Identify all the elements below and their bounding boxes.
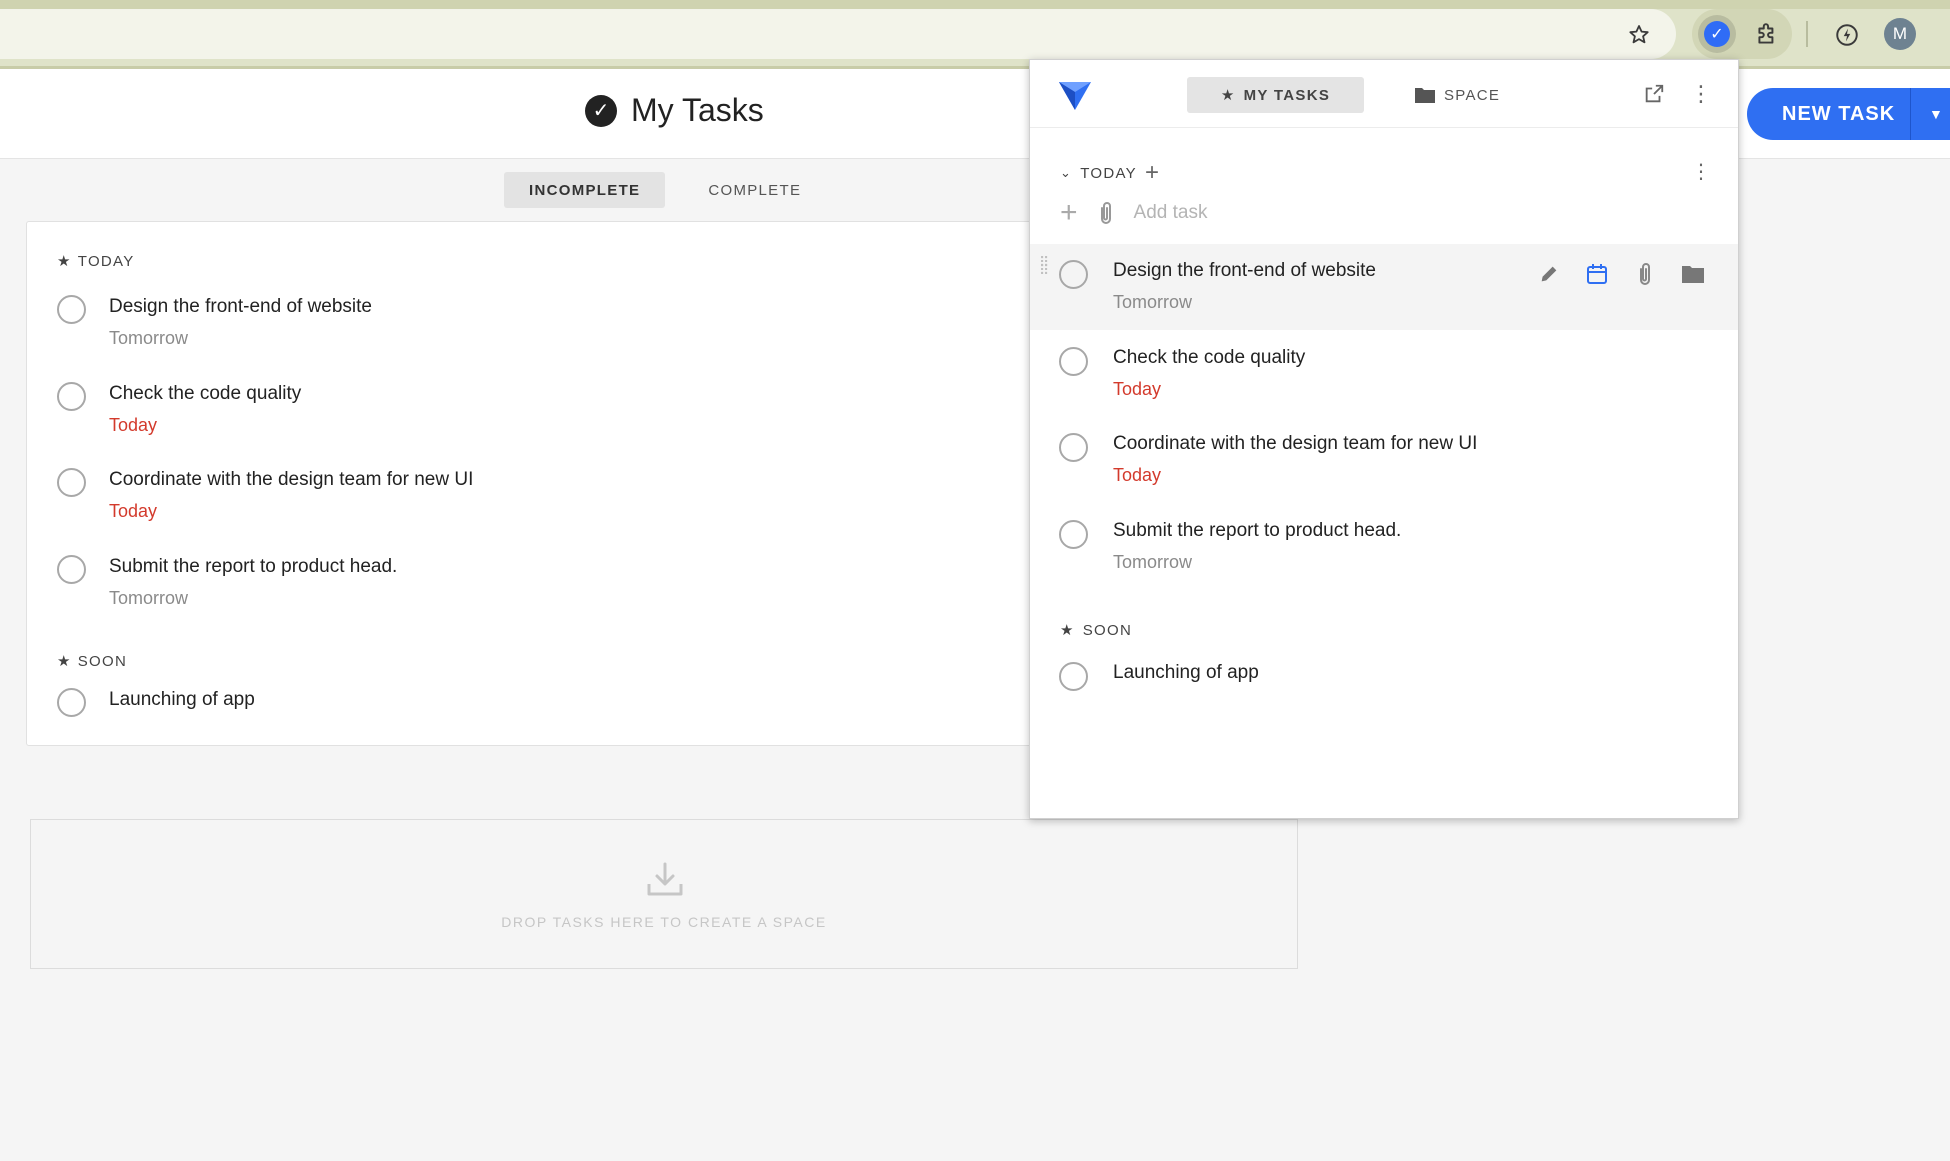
section-label: TODAY: [1080, 164, 1137, 182]
star-icon: ★: [1220, 87, 1236, 104]
check-icon: ✓: [1704, 21, 1730, 47]
popup-task-item[interactable]: Submit the report to product head. Tomor…: [1030, 504, 1738, 590]
task-title: Submit the report to product head.: [1113, 520, 1402, 541]
task-actions: [1535, 260, 1707, 288]
section-label: SOON: [77, 652, 128, 670]
calendar-icon[interactable]: [1583, 260, 1611, 288]
pencil-edit-icon[interactable]: [1535, 260, 1563, 288]
task-item[interactable]: Launching of app: [57, 688, 255, 717]
section-more-icon[interactable]: ⋮: [1686, 156, 1716, 186]
task-item[interactable]: Check the code quality Today: [57, 382, 301, 437]
check-circle-icon: ✓: [585, 94, 617, 127]
task-title: Launching of app: [109, 689, 255, 710]
task-title: Submit the report to product head.: [109, 556, 398, 577]
popup-section-soon: ★ SOON: [1060, 621, 1133, 640]
task-title: Design the front-end of website: [1113, 260, 1376, 281]
page-title: ✓ My Tasks: [585, 92, 764, 129]
popup-tab-label: MY TASKS: [1243, 86, 1331, 104]
popup-task-item[interactable]: Launching of app: [1030, 646, 1738, 732]
task-checkbox[interactable]: [1059, 433, 1088, 462]
puzzle-extensions-icon[interactable]: [1750, 18, 1784, 52]
task-title: Coordinate with the design team for new …: [1113, 433, 1478, 454]
more-vertical-icon[interactable]: ⋮: [1686, 79, 1716, 109]
browser-tabstrip: [0, 0, 1950, 9]
popup-tab-space[interactable]: SPACE: [1400, 77, 1514, 113]
profile-avatar[interactable]: M: [1884, 18, 1916, 50]
task-due-date: Today: [1113, 465, 1162, 485]
star-icon: ★: [57, 253, 72, 270]
task-due-date: Tomorrow: [109, 328, 189, 348]
task-title: Check the code quality: [109, 383, 302, 404]
task-title: Launching of app: [1113, 662, 1259, 683]
task-due-date: Tomorrow: [109, 588, 189, 608]
open-external-icon[interactable]: [1639, 79, 1669, 109]
task-checkbox[interactable]: [57, 688, 86, 717]
task-checkbox[interactable]: [57, 468, 86, 497]
paperclip-icon[interactable]: [1631, 260, 1659, 288]
app-logo-icon: [1059, 82, 1091, 110]
task-item[interactable]: Design the front-end of website Tomorrow: [57, 295, 372, 350]
chevron-down-icon[interactable]: ⌄: [1060, 165, 1072, 181]
new-task-button[interactable]: NEW TASK ▼: [1747, 88, 1950, 140]
extension-popup: ★ MY TASKS SPACE ⋮ ⌄ TODAY + ⋮ + Add tas…: [1029, 59, 1739, 819]
task-title: Design the front-end of website: [109, 296, 372, 317]
section-header-soon: ★ SOON: [57, 652, 128, 671]
tab-incomplete[interactable]: INCOMPLETE: [504, 172, 666, 208]
task-due-date: Today: [109, 415, 158, 435]
plus-icon[interactable]: +: [1060, 196, 1078, 230]
popup-tab-my-tasks[interactable]: ★ MY TASKS: [1187, 77, 1364, 113]
drag-handle-icon[interactable]: ⠿ ⠿: [1039, 255, 1051, 292]
task-extension-button[interactable]: ✓: [1698, 15, 1736, 53]
folder-icon[interactable]: [1679, 260, 1707, 288]
task-checkbox[interactable]: [57, 555, 86, 584]
popup-task-item[interactable]: Coordinate with the design team for new …: [1030, 417, 1738, 503]
add-task-input[interactable]: Add task: [1134, 202, 1208, 224]
task-list-card: ★ TODAY Design the front-end of website …: [26, 221, 1036, 746]
drop-zone[interactable]: DROP TASKS HERE TO CREATE A SPACE: [30, 819, 1298, 969]
filter-tabs: INCOMPLETE COMPLETE: [504, 172, 826, 208]
toolbar-separator: [1806, 21, 1808, 47]
bolt-extension-icon[interactable]: [1830, 18, 1864, 52]
add-task-row[interactable]: + Add task: [1060, 196, 1207, 230]
task-due-date: Tomorrow: [1113, 552, 1193, 572]
popup-tab-label: SPACE: [1444, 86, 1501, 104]
star-icon: ★: [1060, 622, 1075, 639]
drop-zone-text: DROP TASKS HERE TO CREATE A SPACE: [501, 914, 827, 930]
task-due-date: Tomorrow: [1113, 292, 1193, 312]
task-due-date: Today: [109, 501, 158, 521]
section-label: TODAY: [77, 252, 135, 270]
task-title: Coordinate with the design team for new …: [109, 469, 474, 490]
tab-complete[interactable]: COMPLETE: [683, 172, 826, 208]
task-checkbox[interactable]: [57, 382, 86, 411]
section-label: SOON: [1082, 621, 1133, 639]
task-checkbox[interactable]: [57, 295, 86, 324]
popup-task-item[interactable]: ⠿ ⠿ Design the front-end of website Tomor…: [1030, 244, 1738, 330]
page-title-text: My Tasks: [631, 92, 764, 128]
folder-icon: [1415, 88, 1435, 103]
star-icon: ★: [57, 653, 72, 670]
popup-header: ★ MY TASKS SPACE ⋮: [1030, 60, 1738, 128]
task-item[interactable]: Submit the report to product head. Tomor…: [57, 555, 397, 610]
plus-icon[interactable]: +: [1145, 159, 1160, 187]
address-bar[interactable]: [0, 9, 1676, 59]
task-checkbox[interactable]: [1059, 662, 1088, 691]
task-checkbox[interactable]: [1059, 520, 1088, 549]
task-item[interactable]: Coordinate with the design team for new …: [57, 468, 473, 523]
bookmark-star-icon[interactable]: [1624, 20, 1654, 50]
paperclip-icon[interactable]: [1096, 200, 1116, 226]
chevron-down-icon[interactable]: ▼: [1911, 106, 1944, 122]
task-title: Check the code quality: [1113, 347, 1306, 368]
task-due-date: Today: [1113, 379, 1162, 399]
new-task-label: NEW TASK: [1782, 102, 1896, 125]
popup-task-item[interactable]: Check the code quality Today: [1030, 331, 1738, 417]
download-tray-icon: [647, 862, 683, 896]
popup-section-today: ⌄ TODAY +: [1060, 159, 1160, 187]
task-checkbox[interactable]: [1059, 260, 1088, 289]
section-header-today: ★ TODAY: [57, 252, 135, 271]
task-checkbox[interactable]: [1059, 347, 1088, 376]
